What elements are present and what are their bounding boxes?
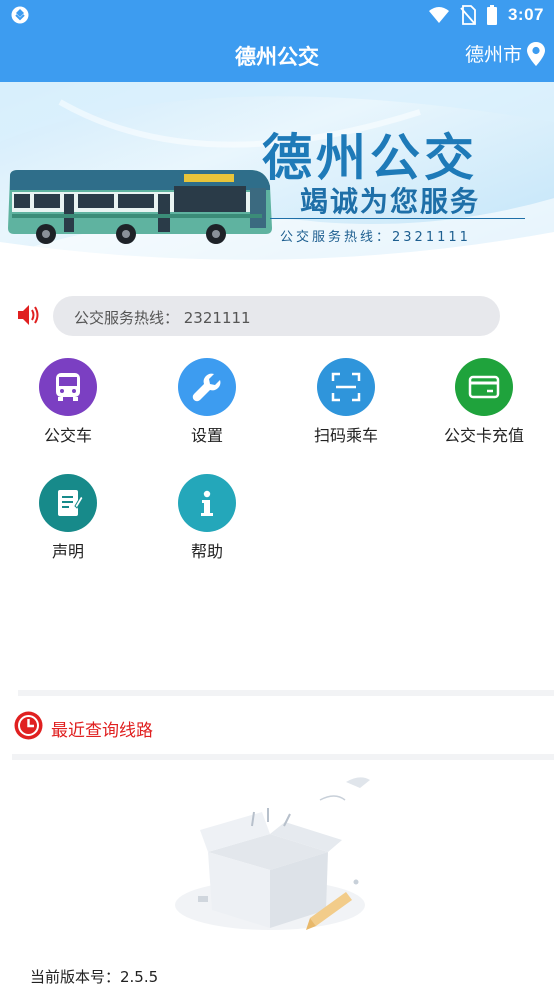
title-bar: 德州公交 德州市 <box>0 30 554 82</box>
status-bar: 3:07 <box>0 0 554 30</box>
battery-icon <box>486 5 497 25</box>
func-scan[interactable]: 扫码乘车 <box>286 358 406 446</box>
speaker-icon <box>18 305 39 325</box>
status-icons: 3:07 <box>428 4 544 26</box>
document-icon <box>39 474 97 532</box>
banner-hotline: 公交服务热线：2321111 <box>280 230 471 245</box>
func-statement[interactable]: 声明 <box>8 474 128 562</box>
wrench-icon <box>178 358 236 416</box>
func-settings-label: 设置 <box>190 426 223 445</box>
func-statement-label: 声明 <box>51 542 84 561</box>
banner-divider <box>270 218 525 219</box>
app-notification-icon <box>11 6 29 24</box>
bus-icon <box>39 358 97 416</box>
notice-marquee[interactable]: 公交服务热线： 2321111 <box>53 296 500 336</box>
recent-routes-title: 最近查询线路 <box>51 721 153 741</box>
bus-illustration <box>8 170 272 244</box>
func-card-recharge[interactable]: 公交卡充值 <box>424 358 544 446</box>
info-icon <box>178 474 236 532</box>
func-help[interactable]: 帮助 <box>147 474 267 562</box>
no-sim-icon <box>460 5 476 25</box>
func-scan-label: 扫码乘车 <box>313 426 378 445</box>
app-version: 当前版本号：2.5.5 <box>30 968 159 986</box>
func-bus-label: 公交车 <box>43 426 92 445</box>
clock-icon <box>14 711 43 740</box>
func-help-label: 帮助 <box>190 542 223 561</box>
section-divider <box>12 754 554 760</box>
card-icon <box>455 358 513 416</box>
city-selector[interactable]: 德州市 <box>465 40 546 67</box>
empty-box-icon <box>175 777 370 930</box>
city-label: 德州市 <box>464 44 522 66</box>
clock-time: 3:07 <box>507 5 544 24</box>
func-card-recharge-label: 公交卡充值 <box>443 426 524 445</box>
func-settings[interactable]: 设置 <box>147 358 267 446</box>
section-divider <box>18 690 554 696</box>
func-bus[interactable]: 公交车 <box>8 358 128 446</box>
location-pin-icon <box>527 41 545 66</box>
scan-icon <box>317 358 375 416</box>
banner[interactable]: 德州公交 竭诚为您服务 公交服务热线：2321111 <box>0 82 554 264</box>
notice-text: 公交服务热线： 2321111 <box>74 309 251 327</box>
wifi-icon <box>428 7 449 23</box>
banner-slogan: 竭诚为您服务 <box>300 185 481 218</box>
